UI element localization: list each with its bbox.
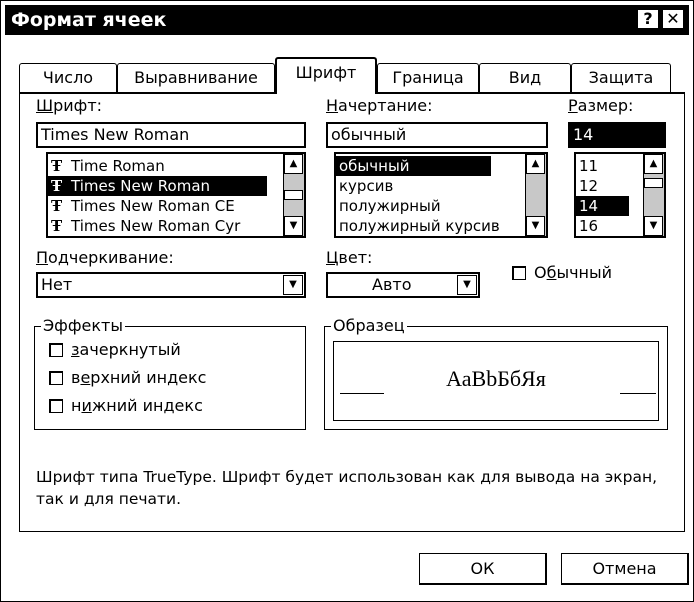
baseline-left	[340, 393, 384, 394]
truetype-icon: Ŧ	[51, 217, 63, 235]
size-list-item[interactable]: 14	[576, 196, 629, 216]
size-list-item[interactable]: 11	[576, 156, 629, 176]
superscript-checkbox[interactable]	[49, 371, 63, 385]
normal-font-checkbox[interactable]	[512, 266, 526, 280]
style-list-item[interactable]: курсив	[336, 176, 529, 196]
style-input[interactable]: обычный	[326, 122, 548, 148]
color-label: Цвет:	[326, 248, 373, 267]
scroll-down-icon[interactable]: ▼	[644, 216, 663, 236]
subscript-checkbox[interactable]	[49, 399, 63, 413]
tab-alignment[interactable]: Выравнивание	[117, 63, 275, 93]
baseline-right	[620, 393, 656, 394]
style-list-item[interactable]: обычный	[336, 156, 491, 176]
underline-select[interactable]: Нет ▼	[36, 272, 306, 298]
subscript-label[interactable]: нижний индекс	[71, 396, 203, 415]
scroll-down-icon[interactable]: ▼	[526, 216, 545, 236]
ok-button[interactable]: ОК	[419, 553, 547, 585]
underline-label: Подчеркивание:	[36, 248, 174, 267]
tab-strip: Число Выравнивание Шрифт Граница Вид Защ…	[19, 57, 685, 94]
strikethrough-checkbox[interactable]	[49, 343, 63, 357]
size-list-item[interactable]: 16	[576, 216, 629, 236]
style-list[interactable]: обычный курсив полужирный полужирный кур…	[334, 152, 548, 238]
font-tab-panel: Шрифт: Times New Roman Ŧ Time Roman Ŧ Time…	[19, 92, 685, 532]
tab-font[interactable]: Шрифт	[275, 57, 377, 94]
color-value: Авто	[372, 275, 412, 294]
strikethrough-label[interactable]: зачеркнутый	[71, 340, 181, 359]
truetype-info: Шрифт типа TrueType. Шрифт будет использ…	[36, 468, 658, 508]
chevron-down-icon[interactable]: ▼	[283, 275, 303, 295]
scroll-down-icon[interactable]: ▼	[284, 216, 303, 236]
format-cells-dialog: Формат ячеек ? ✕ Число Выравнивание Шриф…	[0, 0, 694, 602]
preview-box: АаBbБбЯя	[333, 341, 659, 421]
size-list[interactable]: 11 12 14 16 ▲ ▼	[574, 152, 666, 238]
superscript-label[interactable]: верхний индекс	[71, 368, 206, 387]
truetype-icon: Ŧ	[51, 177, 63, 195]
scroll-thumb[interactable]	[644, 178, 663, 188]
title-bar[interactable]: Формат ячеек ? ✕	[5, 5, 689, 35]
font-list-item[interactable]: Ŧ Times New Roman Cyr	[48, 216, 285, 236]
tab-fill[interactable]: Вид	[479, 63, 571, 93]
font-list-scrollbar[interactable]: ▲ ▼	[283, 154, 304, 236]
preview-group: Образец АаBbБбЯя	[324, 316, 668, 430]
preview-sample: АаBbБбЯя	[446, 366, 546, 391]
font-list-item[interactable]: Ŧ Times New Roman CE	[48, 196, 285, 216]
tab-border[interactable]: Граница	[377, 63, 479, 93]
color-select[interactable]: Авто ▼	[326, 272, 480, 298]
style-list-scrollbar[interactable]: ▲ ▼	[525, 154, 546, 236]
window-title: Формат ячеек	[11, 9, 167, 31]
close-button[interactable]: ✕	[662, 9, 684, 29]
style-list-item[interactable]: полужирный курсив	[336, 216, 509, 236]
font-label: Шрифт:	[36, 96, 103, 115]
font-list[interactable]: Ŧ Time Roman Ŧ Times New Roman Ŧ Times New …	[46, 152, 306, 238]
normal-font-label[interactable]: Обычный	[534, 263, 612, 282]
style-list-item[interactable]: полужирный	[336, 196, 529, 216]
size-label: Размер:	[568, 96, 634, 115]
font-list-item[interactable]: Ŧ Time Roman	[48, 156, 285, 176]
font-input[interactable]: Times New Roman	[36, 122, 306, 148]
truetype-icon: Ŧ	[51, 157, 63, 175]
chevron-down-icon[interactable]: ▼	[457, 275, 477, 295]
truetype-icon: Ŧ	[51, 197, 63, 215]
font-label-text: рифт:	[53, 96, 103, 115]
cancel-button[interactable]: Отмена	[561, 553, 689, 585]
effects-group: Эффекты зачеркнутый верхний индекс нижни…	[34, 316, 306, 430]
scroll-thumb[interactable]	[284, 190, 303, 200]
style-label: Начертание:	[326, 96, 433, 115]
size-input[interactable]: 14	[568, 122, 666, 148]
scroll-up-icon[interactable]: ▲	[644, 154, 663, 174]
scroll-up-icon[interactable]: ▲	[284, 154, 303, 174]
tab-protection[interactable]: Защита	[571, 63, 671, 93]
font-list-item[interactable]: Ŧ Times New Roman	[48, 176, 267, 196]
size-list-scrollbar[interactable]: ▲ ▼	[643, 154, 664, 236]
help-button[interactable]: ?	[637, 9, 659, 29]
size-list-item[interactable]: 12	[576, 176, 629, 196]
effects-title: Эффекты	[41, 316, 125, 335]
underline-value: Нет	[41, 275, 73, 294]
scroll-up-icon[interactable]: ▲	[526, 154, 545, 174]
tab-number[interactable]: Число	[19, 63, 117, 93]
preview-title: Образец	[331, 316, 407, 335]
